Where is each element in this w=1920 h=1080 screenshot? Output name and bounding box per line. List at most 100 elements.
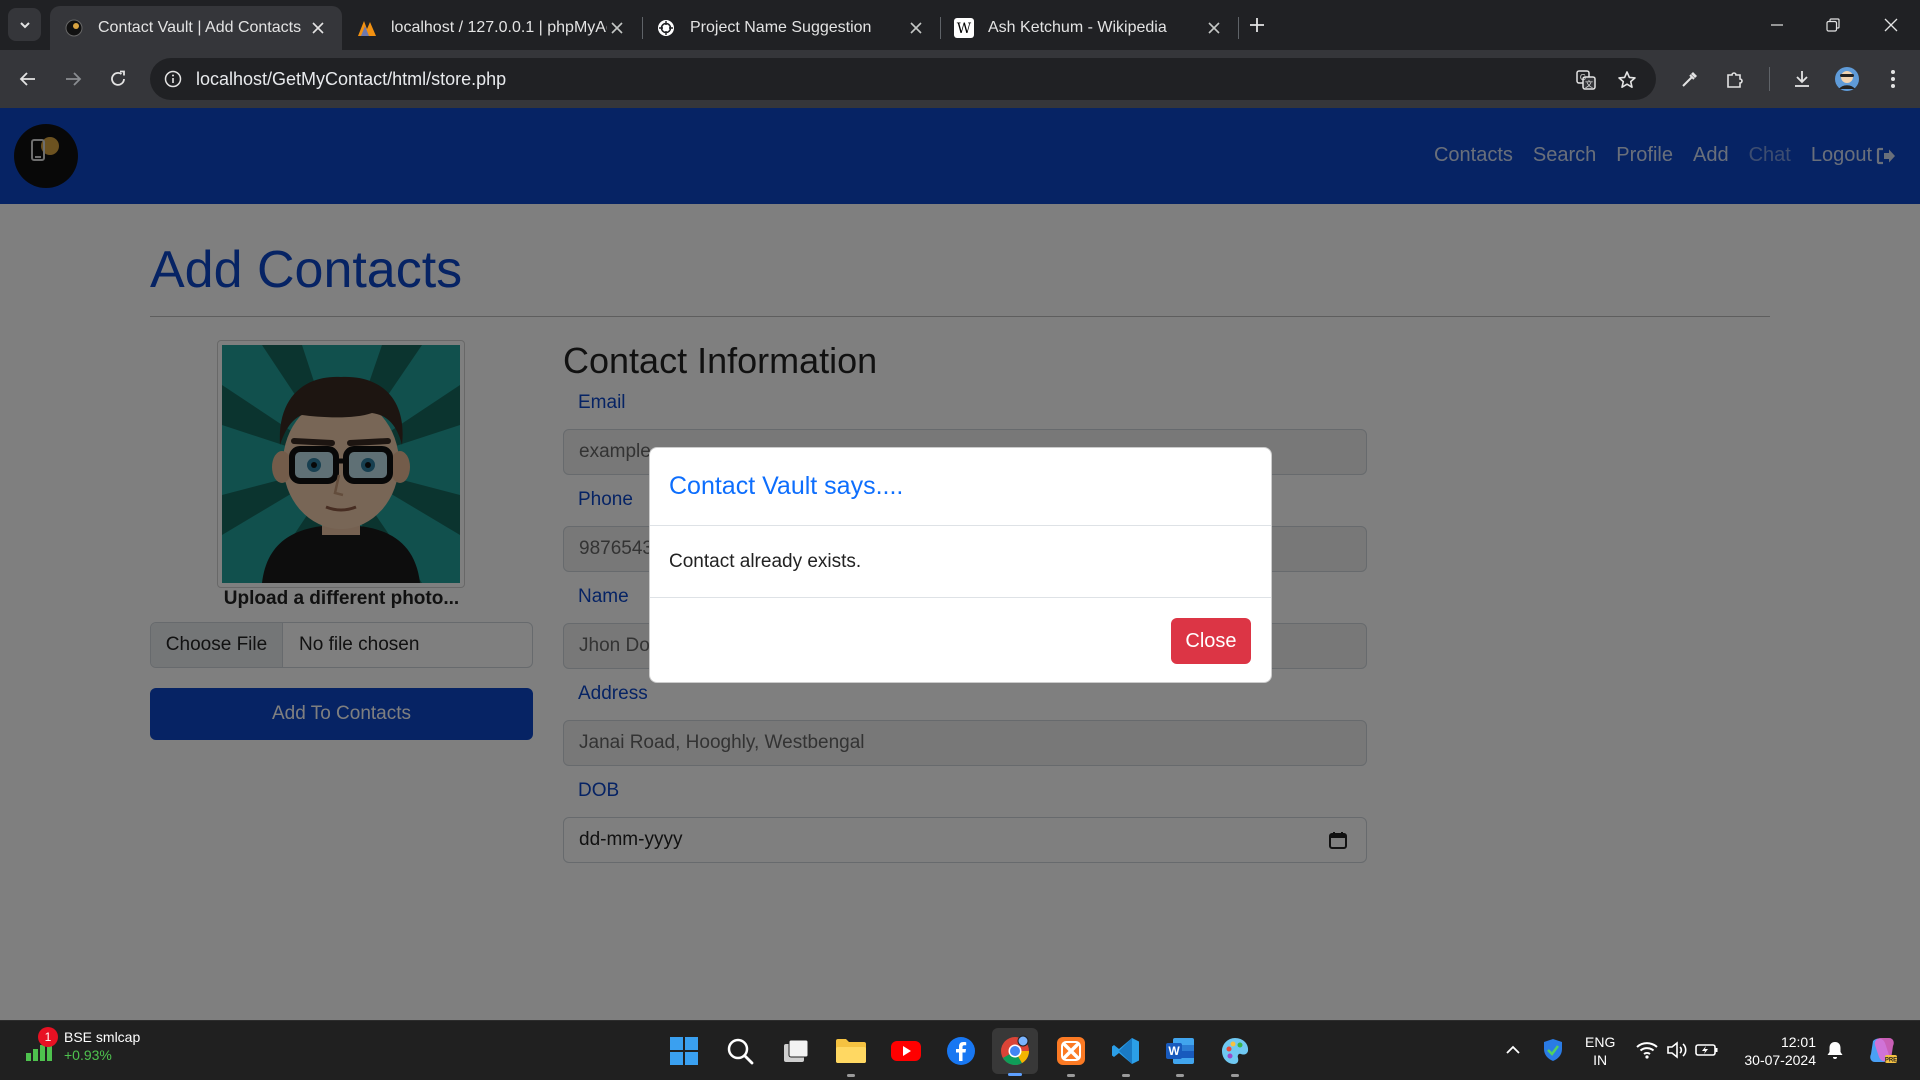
facebook-app[interactable] [943,1033,979,1069]
stock-chart-icon: 1 [24,1027,58,1063]
forward-button[interactable] [59,65,87,93]
speaker-icon [1667,1041,1687,1059]
close-tab-icon[interactable] [906,18,926,38]
tab-title: Contact Vault | Add Contacts [98,19,302,36]
vscode-app[interactable] [1108,1033,1144,1077]
svg-text:W: W [1168,1044,1180,1058]
paint-palette-icon [1222,1038,1249,1064]
stock-widget[interactable]: 1 BSE smlcap +0.93% [24,1027,140,1063]
download-icon [1795,71,1809,87]
address-bar[interactable]: localhost/GetMyContact/html/store.php G文 [150,58,1656,100]
close-tab-icon[interactable] [308,18,328,38]
more-vertical-icon [1891,70,1895,88]
show-hidden-icons-button[interactable] [1500,1037,1526,1063]
shield-check-icon [1544,1039,1562,1061]
chatgpt-favicon-icon [656,18,676,38]
new-tab-button[interactable] [1245,13,1269,37]
running-indicator [1122,1074,1130,1077]
tab-ash-ketchum-wikipedia[interactable]: W Ash Ketchum - Wikipedia [940,6,1238,50]
arrow-right-icon [66,72,82,86]
browser-menu-button[interactable] [1879,65,1907,93]
running-indicator [1008,1073,1022,1076]
tab-phpmyadmin[interactable]: localhost / 127.0.0.1 | phpMyAd [343,6,641,50]
eyedropper-icon [1682,72,1697,87]
modal-title: Contact Vault says.... [669,472,904,500]
minimize-window-button[interactable] [1762,10,1792,40]
xampp-icon [1057,1037,1085,1065]
tab-title: Project Name Suggestion [690,19,872,36]
copilot-button[interactable]: PRE [1866,1034,1898,1066]
translate-icon[interactable]: G文 [1574,68,1598,92]
reload-button[interactable] [104,65,132,93]
extensions-button[interactable] [1721,65,1749,93]
close-tab-icon[interactable] [1204,18,1224,38]
arrow-left-icon [19,72,35,86]
minimize-icon [1771,24,1783,26]
paint-app[interactable] [1217,1033,1253,1077]
running-indicator [1067,1074,1075,1077]
downloads-button[interactable] [1788,65,1816,93]
url-text[interactable]: localhost/GetMyContact/html/store.php [196,69,506,90]
modal-footer: Close [650,598,1271,682]
close-tab-icon[interactable] [607,18,627,38]
windows-logo-icon [670,1037,698,1065]
file-explorer-app[interactable] [833,1033,869,1077]
vscode-icon [1112,1038,1139,1064]
puzzle-icon [1727,72,1743,88]
restore-icon [1826,18,1840,32]
clock-time: 12:01 [1780,1034,1816,1050]
stock-name: BSE smlcap [64,1029,141,1045]
bookmark-star-icon[interactable] [1615,68,1639,92]
eyedropper-extension-button[interactable] [1676,65,1704,93]
toolbar-divider [1769,67,1770,91]
profile-avatar-button[interactable] [1833,65,1861,93]
youtube-app[interactable] [888,1033,924,1069]
alert-dialog: Contact Vault says.... Contact already e… [649,447,1272,683]
wifi-tray-button[interactable] [1634,1037,1660,1063]
svg-text:文: 文 [1585,79,1593,89]
task-view-icon [784,1039,809,1062]
youtube-icon [891,1041,921,1061]
modal-close-button[interactable]: Close [1171,618,1251,664]
page-viewport: Contacts Search Profile Add Chat Logout … [0,108,1920,1020]
clock-date: 30-07-2024 [1744,1052,1816,1068]
tab-search-button[interactable] [8,8,41,41]
search-icon [727,1038,754,1065]
modal-header: Contact Vault says.... [650,448,1271,526]
volume-tray-button[interactable] [1664,1037,1690,1063]
notifications-button[interactable] [1822,1037,1848,1063]
browser-toolbar: localhost/GetMyContact/html/store.php G文 [0,50,1920,108]
language-line2: IN [1593,1052,1608,1068]
bell-icon [1827,1042,1843,1059]
taskbar-search-button[interactable] [722,1033,758,1069]
tab-separator [1238,17,1239,39]
battery-tray-button[interactable] [1694,1037,1720,1063]
tab-title: Ash Ketchum - Wikipedia [988,19,1167,36]
tab-contact-vault[interactable]: Contact Vault | Add Contacts [50,6,342,50]
task-view-button[interactable] [778,1033,814,1069]
restore-window-button[interactable] [1818,10,1848,40]
wifi-icon [1636,1042,1658,1059]
stock-text: BSE smlcap +0.93% [64,1029,140,1063]
close-window-button[interactable] [1876,10,1906,40]
profile-avatar-icon [1835,67,1859,91]
phpmyadmin-favicon-icon [357,18,377,38]
xampp-app[interactable] [1053,1033,1089,1077]
folder-icon [836,1039,866,1063]
contact-vault-favicon-icon [64,18,84,38]
tab-project-name-suggestion[interactable]: Project Name Suggestion [642,6,940,50]
plus-icon [1250,18,1264,32]
start-button[interactable] [666,1033,702,1069]
language-indicator[interactable]: ENG IN [1585,1033,1615,1069]
running-indicator [847,1074,855,1077]
chrome-app[interactable] [992,1028,1038,1076]
running-indicator [1176,1074,1184,1077]
security-tray-button[interactable] [1540,1037,1566,1063]
site-info-icon[interactable] [162,68,184,90]
back-button[interactable] [14,65,42,93]
system-clock[interactable]: 12:01 30-07-2024 [1736,1033,1816,1069]
browser-tab-strip: Contact Vault | Add Contacts localhost /… [0,0,1920,50]
word-app[interactable]: W [1162,1033,1198,1077]
svg-text:PRE: PRE [1885,1058,1897,1064]
close-icon [1884,18,1898,32]
